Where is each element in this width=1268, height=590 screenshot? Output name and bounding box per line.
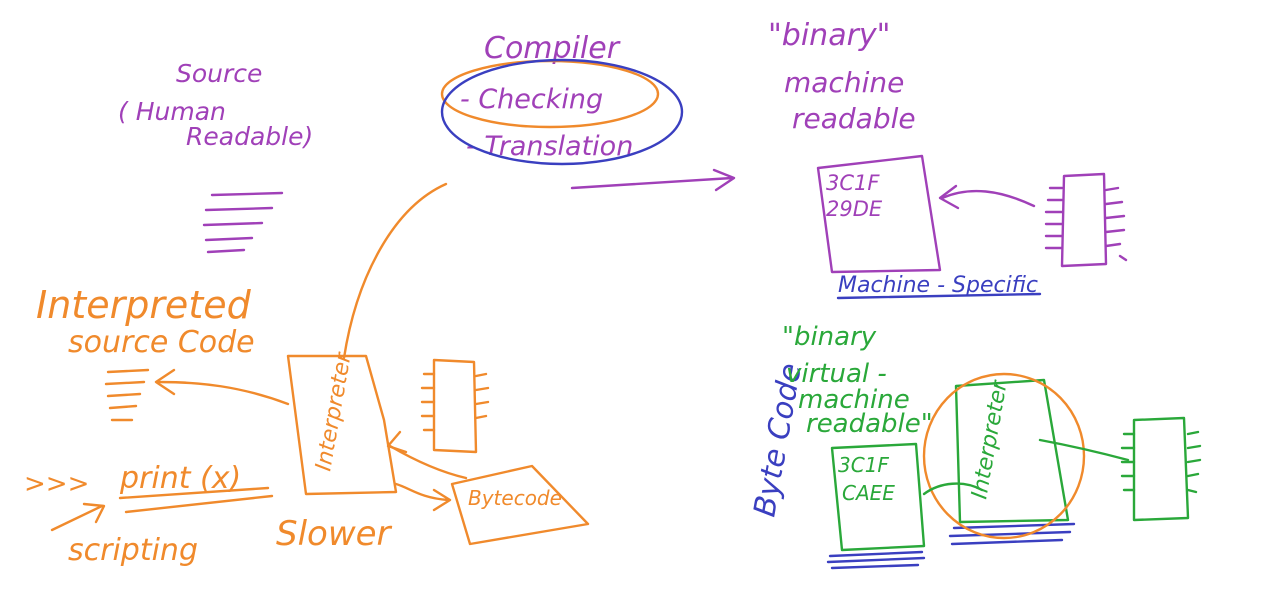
vm-line4: readable" (806, 409, 933, 439)
compiler-translation: - Translation (466, 131, 633, 162)
binary-label: "binary" machine readable (768, 18, 916, 135)
vm-chip-icon (1120, 416, 1202, 522)
vm-code-line2: CAEE (842, 481, 895, 505)
slower-label: Slower (276, 514, 393, 554)
vm-interpreter-scribble (948, 522, 1076, 546)
interpreter-to-source-arrow (154, 368, 290, 406)
python-prompt: >>> print (x) (24, 461, 274, 514)
binary-line1: "binary" (768, 18, 890, 53)
bytecode-box: Bytecode (450, 464, 590, 546)
machine-code-line2: 29DE (826, 197, 883, 221)
interpreter-box-label: Interpreter (311, 349, 357, 473)
source-label: Source ( Human Readable) (118, 59, 313, 151)
cpu-chip-icon (1044, 172, 1128, 268)
interpreted-line2: source Code (68, 325, 255, 360)
interpreter-to-bytecode-arrow (394, 482, 452, 512)
compiler-to-binary-arrow (570, 168, 736, 192)
whiteboard-canvas: Source ( Human Readable) Compiler - Chec… (24, 18, 1202, 570)
vm-code-scribble (826, 550, 926, 570)
vm-interpreter-label: Interpreter (967, 377, 1013, 501)
vm-line1: "binary (782, 322, 877, 352)
compiler-to-interpreter-curve (342, 182, 448, 360)
vm-interpreter-box: Interpreter (954, 377, 1070, 524)
compiler-checking: - Checking (460, 84, 603, 115)
machine-arrow (938, 184, 1036, 210)
source-line3: Readable) (186, 122, 313, 151)
interpreted-document-icon (104, 368, 150, 422)
binary-line2: machine (784, 66, 904, 99)
interpreter-box: Interpreter (286, 349, 398, 496)
scripting-arrow (50, 502, 106, 532)
vm-code-box: 3C1F CAEE (830, 442, 926, 552)
prompt-prefix: >>> (24, 469, 89, 499)
machine-code-line1: 3C1F (826, 171, 880, 195)
compiler-block: Compiler - Checking - Translation (440, 31, 684, 166)
machine-specific-label: Machine - Specific (836, 273, 1042, 300)
interpreter-chip-icon (420, 358, 490, 454)
machine-code-box: 3C1F 29DE (816, 154, 942, 274)
chip-to-interpreter-arrow (386, 430, 468, 480)
bytecode-box-label: Bytecode (468, 486, 562, 510)
vm-label: "binary virtual - machine readable" (782, 322, 933, 439)
binary-line3: readable (792, 102, 916, 135)
source-line1: Source (176, 59, 262, 88)
scripting-label: scripting (68, 533, 198, 568)
source-document-icon (202, 191, 284, 254)
interpreted-label: Interpreted source Code (36, 283, 255, 360)
vm-code-line1: 3C1F (838, 453, 889, 477)
interpreted-line1: Interpreted (36, 283, 252, 327)
